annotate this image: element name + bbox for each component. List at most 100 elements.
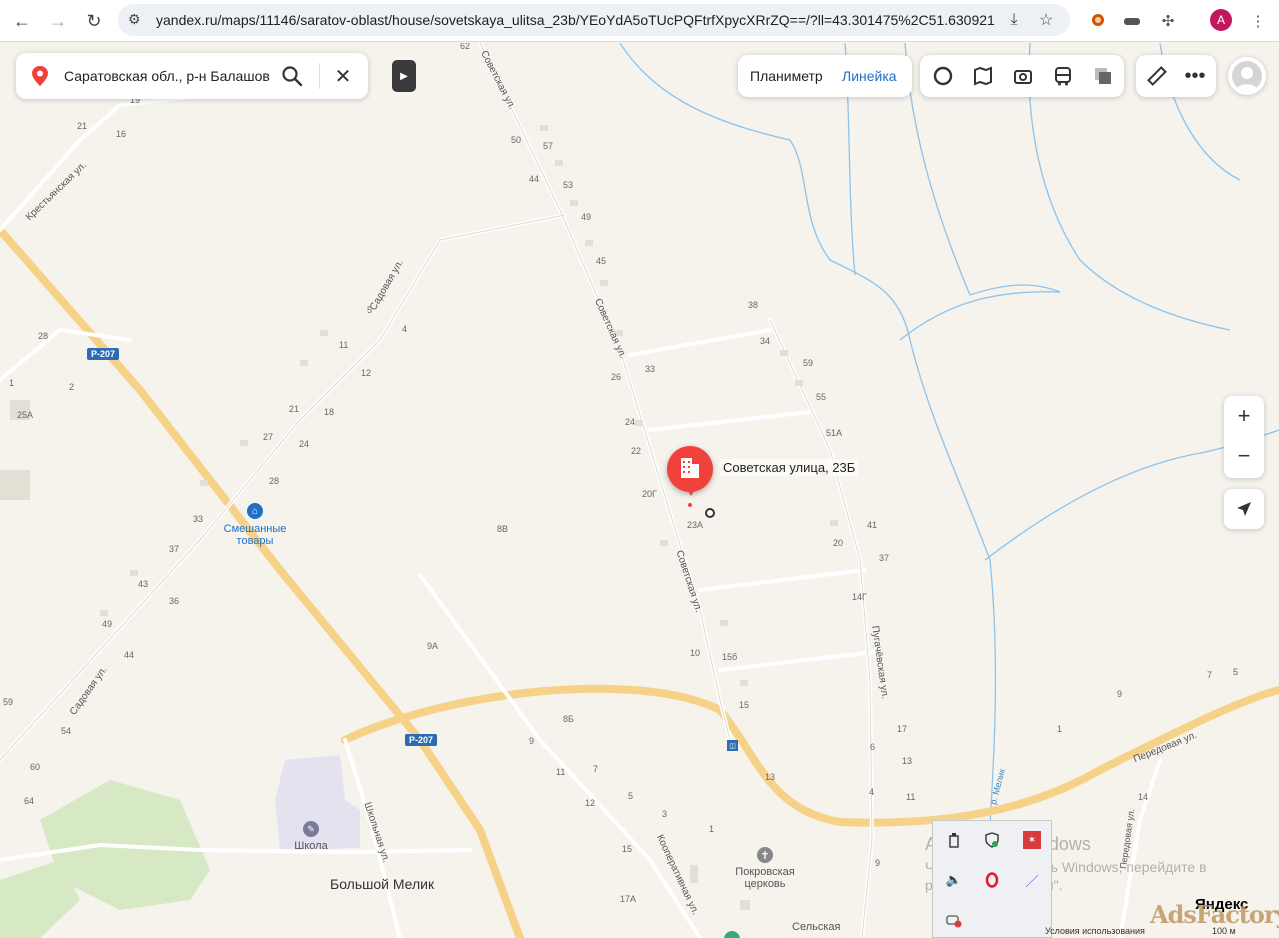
house-number: 3 [662, 809, 668, 819]
screen-capture-icon[interactable]: ✶ [1023, 831, 1041, 849]
building-icon [681, 458, 699, 478]
zoom-out-icon[interactable]: − [1224, 436, 1264, 476]
forward-arrow-icon[interactable]: → [44, 7, 72, 35]
entrance-ring-icon[interactable] [705, 508, 715, 518]
bus-stop-icon[interactable]: ◫ [727, 740, 738, 751]
church-icon[interactable]: ✝ [757, 847, 773, 863]
opera-icon[interactable] [983, 871, 1001, 889]
river-lines [619, 43, 1279, 901]
adsfactory-watermark: AdsFactory [1150, 900, 1279, 929]
house-number: 11 [339, 340, 349, 350]
house-number: 4 [869, 787, 875, 797]
house-number: 20Г [642, 489, 657, 499]
pen-icon[interactable]: ／ [1023, 871, 1041, 889]
house-number: 37 [169, 544, 180, 554]
house-number: 59 [803, 358, 814, 368]
ruler-tool-icon[interactable] [1144, 64, 1170, 88]
profile-avatar[interactable]: A [1210, 9, 1232, 31]
house-number: 23А [687, 520, 704, 530]
house-number: 8В [497, 524, 509, 534]
user-avatar-button[interactable] [1228, 57, 1266, 95]
ruler-button[interactable]: Линейка [842, 68, 897, 84]
browser-menu-icon[interactable]: ⋮ [1246, 9, 1270, 33]
location-pin-icon [32, 66, 48, 86]
extension-hat-icon[interactable] [1120, 9, 1144, 33]
school-icon[interactable]: ✎ [303, 821, 319, 837]
tools-panel: ••• [1136, 55, 1216, 97]
house-number: 50 [511, 135, 522, 145]
site-settings-icon[interactable]: ⚙ [128, 11, 146, 29]
planimeter-button[interactable]: Планиметр [750, 68, 823, 84]
address-bar[interactable]: ⚙ yandex.ru/maps/11146/saratov-oblast/ho… [118, 4, 1070, 36]
house-number: 55 [816, 392, 827, 402]
extensions-puzzle-icon[interactable]: ✣ [1156, 9, 1180, 33]
url-text[interactable]: yandex.ru/maps/11146/saratov-oblast/hous… [156, 12, 996, 28]
poi-label-church[interactable]: Покровская церковь [725, 866, 805, 890]
house-number: 13 [902, 756, 913, 766]
house-number: 33 [645, 364, 656, 374]
selected-building-marker[interactable] [667, 446, 713, 492]
reload-icon[interactable]: ↻ [80, 7, 108, 35]
extension-avatar-icon[interactable] [1086, 9, 1110, 33]
my-location-button[interactable] [1224, 489, 1264, 529]
back-arrow-icon[interactable]: ← [8, 7, 36, 35]
security-shield-icon[interactable] [983, 831, 1001, 849]
house-number: 2 [69, 382, 75, 392]
collapse-panel-button[interactable]: ▶ [392, 60, 416, 92]
house-number: 36 [169, 596, 180, 606]
map-canvas[interactable]: 62 19 21 16 50 57 44 53 49 45 5 4 38 34 … [0, 43, 1279, 938]
user-avatar-icon [1232, 61, 1262, 91]
more-options-icon[interactable]: ••• [1182, 64, 1208, 88]
house-number: 60 [30, 762, 41, 772]
terms-link[interactable]: Условия использования [1045, 926, 1145, 936]
road-number-badge: Р-207 [87, 348, 120, 360]
search-input[interactable]: Саратовская обл., р-н Балашовс [64, 68, 270, 84]
house-number: 28 [38, 331, 49, 341]
browser-toolbar: ← → ↻ ⚙ yandex.ru/maps/11146/saratov-obl… [0, 0, 1279, 42]
house-number: 9 [1117, 689, 1123, 699]
scheme-layer-icon[interactable] [1090, 64, 1116, 88]
house-number: 25А [17, 410, 34, 420]
network-warning-icon[interactable] [945, 911, 963, 929]
selected-address-label[interactable]: Советская улица, 23Б [720, 459, 859, 476]
transport-layer-icon[interactable] [1050, 64, 1076, 88]
house-number: 28 [269, 476, 280, 486]
usb-icon[interactable] [945, 831, 963, 849]
house-number: 11 [556, 767, 566, 777]
poi-label-rural[interactable]: Сельская [792, 921, 852, 933]
poi-label-shop[interactable]: Смешанные товары [215, 523, 295, 547]
house-number: 45 [596, 256, 607, 266]
install-app-icon[interactable]: ⤓ [1004, 10, 1024, 30]
bookmark-star-icon[interactable]: ☆ [1036, 10, 1056, 30]
house-number: 15б [722, 652, 738, 662]
house-number: 11 [906, 792, 916, 802]
layers-panel [920, 55, 1124, 97]
house-number: 9А [427, 641, 439, 651]
panorama-layer-icon[interactable] [930, 64, 956, 88]
house-number: 12 [361, 368, 372, 378]
house-number: 33 [193, 514, 204, 524]
house-number: 10 [690, 648, 701, 658]
close-icon[interactable]: ✕ [332, 65, 354, 88]
house-number: 18 [324, 407, 335, 417]
volume-icon[interactable]: 🔈 [945, 871, 963, 889]
zoom-controls: + − [1224, 396, 1264, 478]
photo-layer-icon[interactable] [1010, 64, 1036, 88]
house-number: 5 [628, 791, 634, 801]
house-number: 24 [625, 417, 636, 427]
house-number: 15 [739, 700, 750, 710]
house-number: 12 [585, 798, 596, 808]
house-number: 1 [9, 378, 15, 388]
poi-label-school[interactable]: Школа [286, 840, 336, 852]
zoom-in-icon[interactable]: + [1224, 396, 1264, 436]
house-number: 26 [611, 372, 622, 382]
house-number: 44 [529, 174, 540, 184]
search-icon[interactable] [280, 64, 304, 88]
map-layers-icon[interactable] [970, 64, 996, 88]
house-number: 38 [748, 300, 759, 310]
house-number: 64 [24, 796, 35, 806]
house-number: 13 [765, 772, 776, 782]
school-area [275, 755, 360, 850]
house-number: 21 [289, 404, 300, 414]
shop-icon[interactable]: ⌂ [247, 503, 263, 519]
